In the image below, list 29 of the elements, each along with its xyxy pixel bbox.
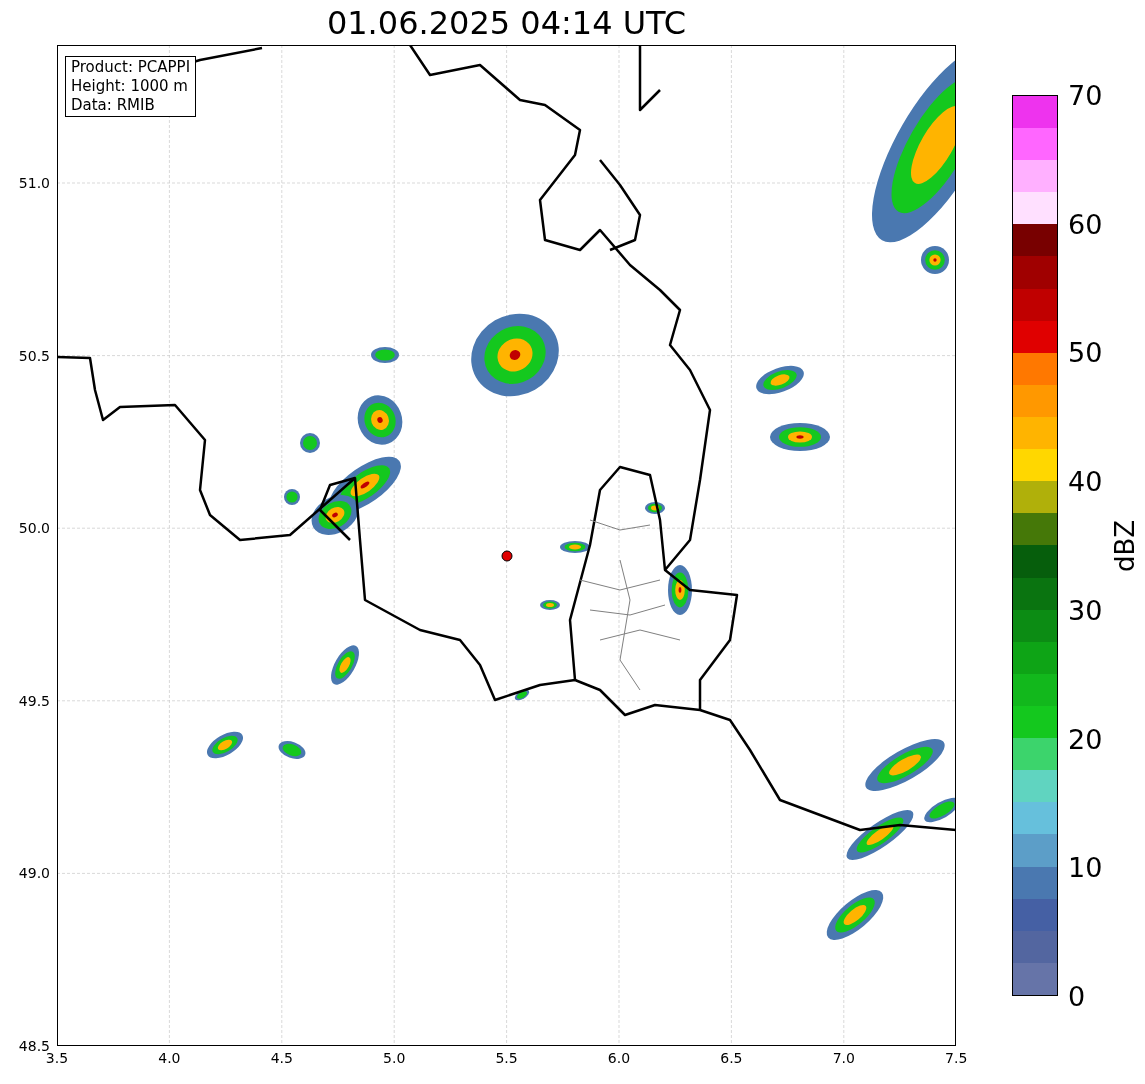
- tick-label: 6.0: [607, 1051, 631, 1065]
- tick-label: 7.0: [832, 1051, 855, 1065]
- info-text: Data: RMIB: [71, 96, 156, 115]
- tick-label: 30: [1068, 596, 1103, 624]
- tick-label: 51.0: [18, 176, 50, 190]
- tick-label: 60: [1068, 210, 1103, 238]
- tick-label: 5.5: [495, 1051, 518, 1065]
- info-text: Product: PCAPPI: [71, 58, 191, 77]
- tick-label: 6.5: [720, 1051, 743, 1065]
- tick-label: 48.5: [18, 1039, 50, 1053]
- tick-label: 3.5: [45, 1051, 69, 1065]
- tick-label: 49.0: [18, 866, 50, 881]
- tick-label: 40: [1068, 468, 1103, 496]
- tick-label: 7.5: [945, 1051, 968, 1065]
- tick-label: 49.5: [18, 693, 50, 708]
- tick-label: 20: [1068, 725, 1103, 753]
- tick-label: 50: [1068, 339, 1103, 367]
- tick-label: 0: [1068, 983, 1086, 1010]
- tick-label: 50.5: [18, 348, 50, 363]
- tick-label: 4.0: [158, 1051, 181, 1065]
- tick-label: 50.0: [18, 521, 50, 536]
- tick-label: 4.5: [270, 1051, 293, 1065]
- info-text: Height: 1000 m: [71, 77, 189, 96]
- colorbar-label: dBZ: [1112, 519, 1138, 572]
- tick-label: 5.0: [383, 1051, 406, 1065]
- tick-label: 70: [1068, 82, 1103, 109]
- tick-label: 10: [1068, 854, 1103, 882]
- radar-site-marker: [501, 550, 513, 562]
- chart-title: 01.06.2025 04:14 UTC: [326, 6, 687, 39]
